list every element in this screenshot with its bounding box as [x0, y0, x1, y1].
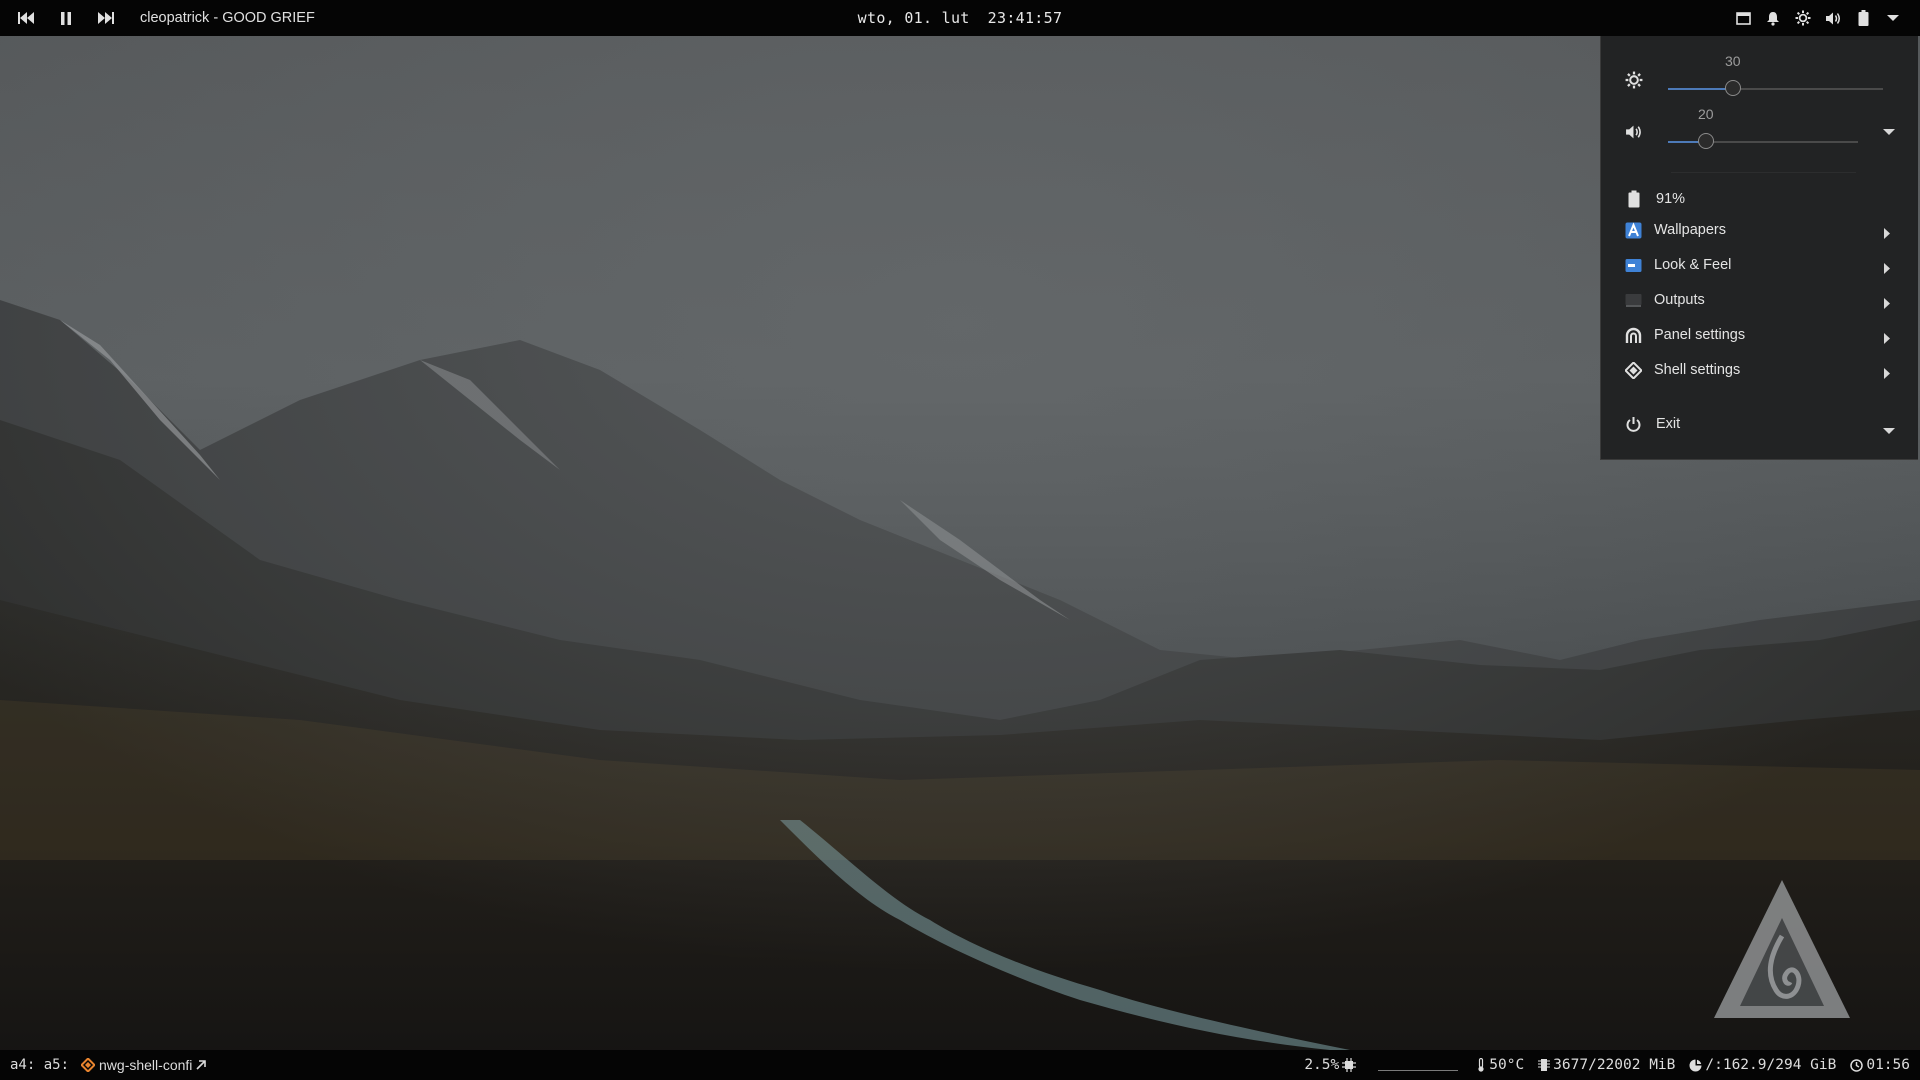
menu-item-label: Outputs [1654, 292, 1705, 308]
pause-icon[interactable] [46, 0, 86, 36]
control-center: 30 20 91% Wallpapers Look & Feel Outputs… [1600, 36, 1918, 460]
temperature-value: 50°C [1489, 1057, 1525, 1073]
skip-previous-icon[interactable] [6, 0, 46, 36]
uptime-icon [1850, 1058, 1864, 1072]
task-label: nwg-shell-confi [99, 1057, 193, 1073]
bottom-panel: a4: a5: nwg-shell-confi 2.5% 50°C 3677/2… [0, 1050, 1920, 1080]
menu-item-label: Wallpapers [1654, 222, 1726, 238]
menu-item-look-feel[interactable]: Look & Feel [1601, 249, 1919, 283]
chevron-right-icon [1883, 261, 1893, 274]
shell-icon [1625, 362, 1643, 380]
arrow-up-right-icon [196, 1060, 207, 1070]
divider [1671, 172, 1856, 173]
network-graph [1378, 1060, 1459, 1071]
brightness-slider[interactable] [1668, 80, 1883, 96]
menu-item-label: Panel settings [1654, 327, 1746, 343]
volume-value: 20 [1698, 106, 1714, 122]
menu-item-shell-settings[interactable]: Shell settings [1601, 354, 1919, 388]
exit-label: Exit [1656, 416, 1681, 432]
chevron-down-icon[interactable] [1883, 123, 1895, 135]
system-tray [1728, 0, 1908, 36]
skip-next-icon[interactable] [86, 0, 126, 36]
wallpaper-icon [1625, 222, 1643, 240]
chevron-right-icon [1883, 331, 1893, 344]
brightness-slider-handle[interactable] [1725, 80, 1741, 96]
memory-usage: 3677/22002 MiB [1553, 1057, 1676, 1073]
clock-date[interactable]: wto, 01. lut [858, 9, 970, 27]
disk-widget[interactable]: /:162.9/294 GiB [1689, 1057, 1836, 1073]
disk-icon [1689, 1059, 1702, 1071]
thermometer-icon [1478, 1058, 1484, 1072]
power-icon [1625, 416, 1643, 434]
nwg-shell-icon [81, 1058, 96, 1072]
volume-icon [1625, 124, 1643, 142]
battery-icon[interactable] [1848, 0, 1878, 36]
chevron-right-icon [1883, 296, 1893, 309]
clock-time[interactable]: 23:41:57 [988, 9, 1063, 27]
cpu-widget[interactable]: 2.5% [1304, 1057, 1357, 1073]
display-icon [1625, 292, 1643, 310]
window-icon[interactable] [1728, 0, 1758, 36]
disk-usage: /:162.9/294 GiB [1705, 1057, 1837, 1073]
bell-icon[interactable] [1758, 0, 1788, 36]
temperature-widget[interactable]: 50°C [1476, 1057, 1524, 1073]
battery-level: 91% [1656, 191, 1686, 207]
uptime-widget[interactable]: 01:56 [1850, 1057, 1910, 1073]
memory-widget[interactable]: 3677/22002 MiB [1538, 1057, 1675, 1073]
cpu-icon [1342, 1058, 1357, 1072]
battery-icon [1625, 190, 1643, 208]
volume-slider[interactable] [1668, 133, 1858, 149]
chevron-right-icon [1883, 366, 1893, 379]
cpu-usage: 2.5% [1304, 1057, 1340, 1073]
exit-button[interactable]: Exit [1601, 408, 1919, 442]
volume-row: 20 [1601, 103, 1919, 149]
uptime-value: 01:56 [1866, 1057, 1910, 1073]
panel-icon [1625, 327, 1643, 345]
chevron-down-icon[interactable] [1883, 422, 1895, 434]
brightness-value: 30 [1725, 53, 1741, 69]
distro-logo [1714, 880, 1850, 1018]
battery-row: 91% [1601, 186, 1919, 214]
menu-item-label: Shell settings [1654, 362, 1741, 378]
media-track-title[interactable]: cleopatrick - GOOD GRIEF [140, 10, 315, 26]
menu-item-wallpapers[interactable]: Wallpapers [1601, 214, 1919, 248]
menu-item-label: Look & Feel [1654, 257, 1732, 273]
top-panel: cleopatrick - GOOD GRIEF wto, 01. lut 23:… [0, 0, 1920, 36]
memory-icon [1538, 1059, 1551, 1071]
brightness-slider-fill [1668, 88, 1733, 90]
brightness-row: 30 [1601, 50, 1919, 96]
task-item[interactable]: nwg-shell-confi [81, 1057, 207, 1073]
brightness-icon [1625, 71, 1643, 89]
chevron-down-icon[interactable] [1878, 0, 1908, 36]
bottom-panel-right: 2.5% 50°C 3677/22002 MiB /:162.9/294 GiB… [1290, 1050, 1910, 1080]
chevron-right-icon [1883, 226, 1893, 239]
volume-icon[interactable] [1818, 0, 1848, 36]
volume-slider-handle[interactable] [1698, 133, 1714, 149]
menu-item-panel-settings[interactable]: Panel settings [1601, 319, 1919, 353]
bottom-panel-left: a4: a5: nwg-shell-confi [10, 1050, 207, 1080]
look-feel-icon [1625, 257, 1643, 275]
menu-item-outputs[interactable]: Outputs [1601, 284, 1919, 318]
workspace-list[interactable]: a4: a5: [10, 1057, 69, 1073]
brightness-icon[interactable] [1788, 0, 1818, 36]
